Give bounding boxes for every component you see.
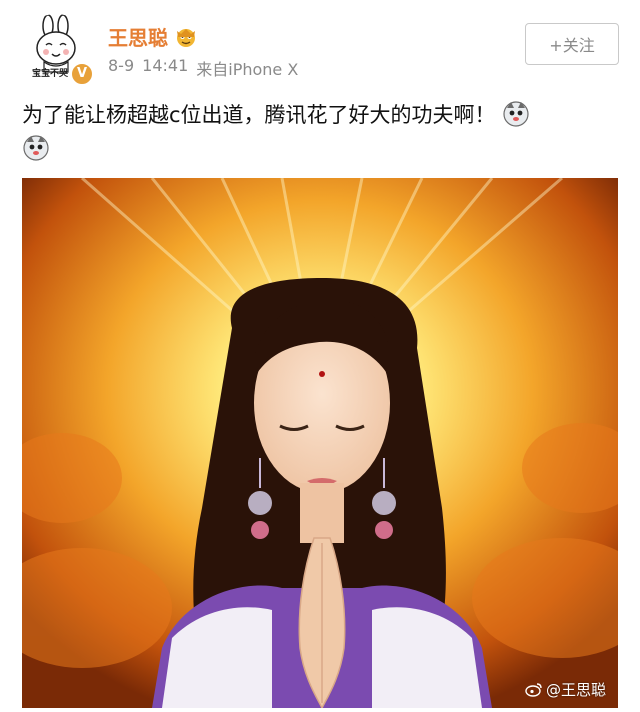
watermark-text: @王思聪 xyxy=(545,681,606,699)
verified-badge: V xyxy=(70,62,94,86)
post-text-block: 为了能让杨超越c位出道，腾讯花了好大的功夫啊！ xyxy=(22,98,618,166)
praying-girl-image[interactable]: @王思聪 xyxy=(22,178,618,708)
husky-emoji-icon xyxy=(23,135,49,161)
follow-button[interactable]: +关注 xyxy=(525,23,619,65)
post-time: 14:41 xyxy=(142,56,189,75)
username[interactable]: 王思聪 xyxy=(108,22,168,51)
post-text: 为了能让杨超越c位出道，腾讯花了好大的功夫啊！ xyxy=(22,103,496,127)
post-date: 8-9 xyxy=(108,56,135,75)
image-watermark: @王思聪 xyxy=(525,679,606,700)
weibo-post: 宝宝不哭 V 王思聪 8-9 14:41 来自iPhone X +关注 为了能让… xyxy=(0,0,640,712)
username-row: 王思聪 xyxy=(108,22,198,51)
husky-emoji-icon xyxy=(503,101,529,127)
post-meta: 8-9 14:41 来自iPhone X xyxy=(108,56,298,80)
avatar-caption: 宝宝不哭 xyxy=(32,69,69,79)
post-source[interactable]: 来自iPhone X xyxy=(196,56,298,80)
weibo-icon xyxy=(525,683,542,697)
crown-icon xyxy=(177,28,195,47)
